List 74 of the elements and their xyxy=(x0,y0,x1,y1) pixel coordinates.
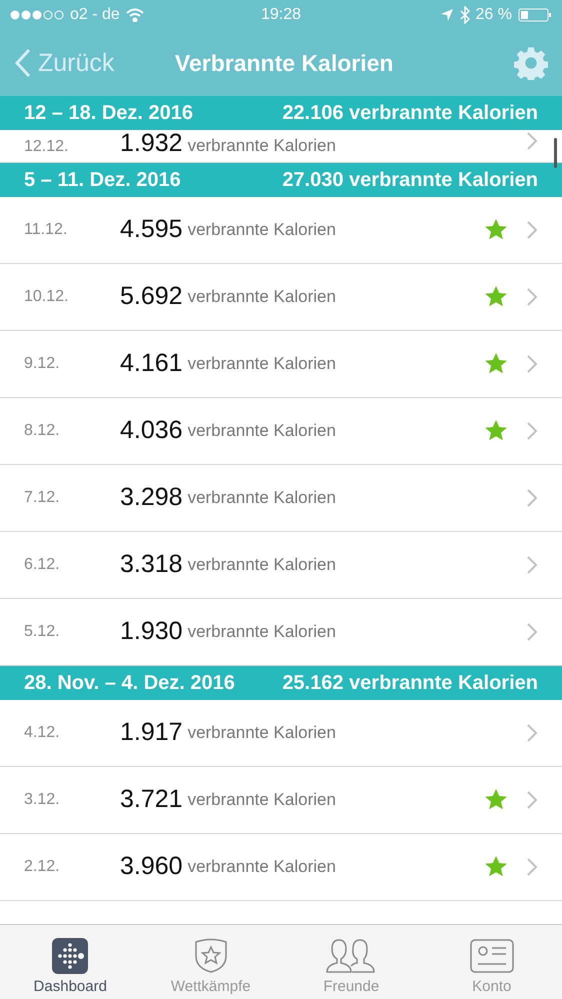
day-date: 2.12. xyxy=(24,858,61,876)
chevron-icon xyxy=(526,131,538,151)
wifi-icon xyxy=(126,8,144,22)
day-row[interactable]: 7.12. 3.298 verbrannte Kalorien xyxy=(0,465,562,532)
week-total: 27.030 verbrannte Kalorien xyxy=(282,168,538,192)
day-row[interactable]: 4.12. 1.917 verbrannte Kalorien xyxy=(0,700,562,767)
calorie-unit: verbrannte Kalorien xyxy=(188,137,337,156)
scroll-indicator xyxy=(554,138,557,168)
calorie-value: 1.932 xyxy=(120,130,183,158)
chevron-icon xyxy=(526,220,538,240)
calorie-unit: verbrannte Kalorien xyxy=(188,622,337,642)
calorie-value: 1.930 xyxy=(120,618,183,646)
battery-icon xyxy=(518,8,552,22)
calorie-unit: verbrannte Kalorien xyxy=(188,858,337,876)
week-total: 25.162 verbrannte Kalorien xyxy=(282,672,538,694)
day-date: 5.12. xyxy=(24,623,61,641)
day-date: 12.12. xyxy=(24,138,70,156)
week-range: 5 – 11. Dez. 2016 xyxy=(24,168,181,192)
week-range: 28. Nov. – 4. Dez. 2016 xyxy=(24,672,235,694)
week-range: 12 – 18. Dez. 2016 xyxy=(24,102,194,124)
page-title: Verbrannte Kalorien xyxy=(174,50,394,76)
calorie-value: 4.595 xyxy=(120,216,183,244)
tab[interactable]: Dashboard xyxy=(0,925,140,999)
calorie-unit: verbrannte Kalorien xyxy=(188,790,337,810)
day-date: 6.12. xyxy=(24,556,61,574)
calorie-value: 3.721 xyxy=(120,786,183,814)
carrier-text: o2 - de xyxy=(70,6,120,24)
calorie-value: 1.917 xyxy=(120,719,183,747)
day-row[interactable]: 6.12. 3.318 verbrannte Kalorien xyxy=(0,532,562,599)
chevron-icon xyxy=(526,421,538,441)
day-row[interactable]: 10.12. 5.692 verbrannte Kalorien xyxy=(0,264,562,331)
id-card-icon xyxy=(470,938,514,974)
week-total: 22.106 verbrannte Kalorien xyxy=(282,102,538,124)
calorie-value: 5.692 xyxy=(120,283,183,311)
signal-icon xyxy=(10,10,64,20)
calorie-value: 3.318 xyxy=(120,551,183,579)
chevron-icon xyxy=(526,354,538,374)
day-row[interactable]: 8.12. 4.036 verbrannte Kalorien xyxy=(0,398,562,465)
chevron-left-icon xyxy=(14,48,32,78)
bluetooth-icon xyxy=(460,6,470,24)
chevron-icon xyxy=(526,723,538,743)
calorie-unit: verbrannte Kalorien xyxy=(188,422,337,440)
chevron-icon xyxy=(526,287,538,307)
day-date: 7.12. xyxy=(24,489,61,507)
calorie-unit: verbrannte Kalorien xyxy=(188,220,337,240)
chevron-icon xyxy=(526,488,538,508)
chevron-icon xyxy=(526,790,538,810)
shield-star-icon xyxy=(192,938,229,974)
calorie-unit: verbrannte Kalorien xyxy=(188,556,337,574)
day-date: 11.12. xyxy=(24,221,68,239)
day-row[interactable]: 11.12. 4.595 verbrannte Kalorien xyxy=(0,197,562,264)
day-date: 3.12. xyxy=(24,791,61,809)
location-icon xyxy=(440,8,454,22)
calorie-value: 3.960 xyxy=(120,853,183,881)
day-date: 8.12. xyxy=(24,422,61,440)
day-date: 4.12. xyxy=(24,724,61,742)
calorie-unit: verbrannte Kalorien xyxy=(188,488,337,508)
day-row[interactable]: 9.12. 4.161 verbrannte Kalorien xyxy=(0,331,562,398)
day-date: 9.12. xyxy=(24,355,61,373)
battery-percent: 26 % xyxy=(476,6,512,24)
calorie-value: 4.036 xyxy=(120,417,183,445)
dashboard-icon xyxy=(52,938,88,974)
chevron-icon xyxy=(526,857,538,877)
clock-time: 19:28 xyxy=(260,6,302,24)
calorie-unit: verbrannte Kalorien xyxy=(188,724,337,742)
day-row[interactable]: 3.12. 3.721 verbrannte Kalorien xyxy=(0,767,562,834)
chevron-icon xyxy=(526,555,538,575)
calorie-value: 4.161 xyxy=(120,350,183,378)
calorie-value: 3.298 xyxy=(120,484,183,512)
settings-icon[interactable] xyxy=(514,46,548,80)
calorie-unit: verbrannte Kalorien xyxy=(188,354,337,374)
chevron-icon xyxy=(526,622,538,642)
day-date: 10.12. xyxy=(24,288,70,306)
calorie-unit: verbrannte Kalorien xyxy=(188,288,337,306)
